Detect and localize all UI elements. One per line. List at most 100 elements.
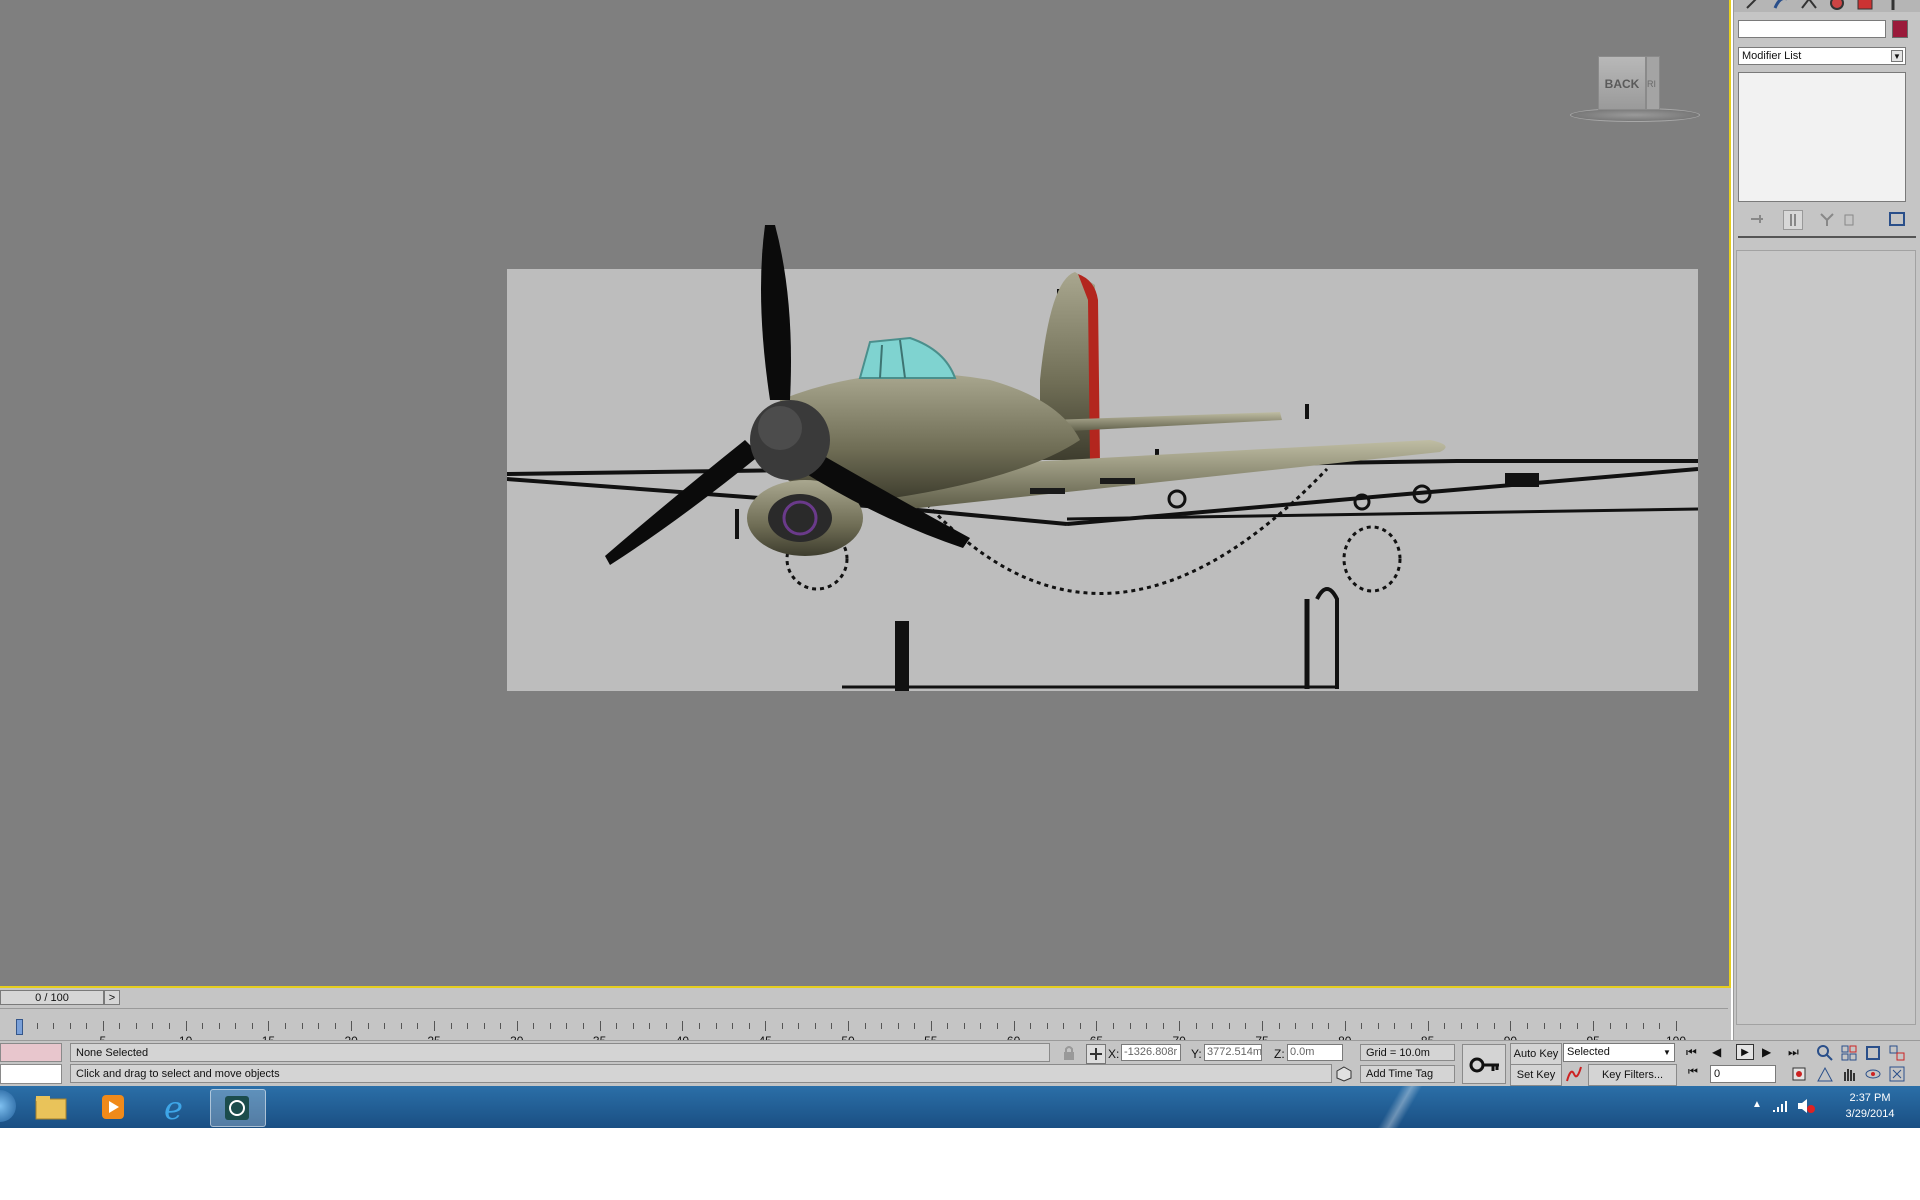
ruler-tick	[1013, 1021, 1015, 1031]
ruler-tick	[1593, 1021, 1595, 1031]
go-to-end-icon[interactable]: ⏭	[1788, 1045, 1799, 1060]
x-coord-field[interactable]: -1326.808r	[1121, 1044, 1181, 1061]
auto-key-button[interactable]: Auto Key	[1510, 1043, 1562, 1065]
ruler-tick	[665, 1023, 667, 1029]
make-unique-icon[interactable]	[1818, 210, 1836, 228]
show-end-result-icon[interactable]	[1783, 210, 1803, 230]
chevron-down-icon[interactable]: ▼	[1661, 1046, 1673, 1059]
ruler-tick	[152, 1023, 154, 1029]
motion-tab-icon[interactable]	[1828, 0, 1846, 12]
clock-time: 2:37 PM	[1849, 1092, 1891, 1104]
field-of-view-icon[interactable]	[1816, 1065, 1834, 1083]
key-mode-value: Selected	[1567, 1046, 1610, 1058]
viewcube[interactable]: BACK RI	[1570, 52, 1700, 122]
taskbar-internet-explorer[interactable]: e	[148, 1089, 202, 1127]
start-button[interactable]	[0, 1090, 16, 1122]
network-icon[interactable]	[1772, 1098, 1790, 1117]
add-time-tag-button[interactable]: Add Time Tag	[1360, 1065, 1455, 1083]
modifier-stack[interactable]	[1738, 72, 1906, 202]
key-filters-button[interactable]: Key Filters...	[1588, 1064, 1677, 1086]
zoom-all-icon[interactable]	[1840, 1044, 1858, 1062]
viewcube-back-face[interactable]: BACK	[1598, 56, 1646, 110]
ruler-tick	[1626, 1023, 1628, 1029]
z-coord-field[interactable]: 0.0m	[1287, 1044, 1343, 1061]
object-name-field[interactable]	[1738, 20, 1886, 38]
viewcube-side-face[interactable]: RI	[1646, 56, 1660, 110]
frame-counter: 0 / 100	[35, 992, 69, 1004]
y-coord-field[interactable]: 3772.514m	[1204, 1044, 1262, 1061]
remove-modifier-icon[interactable]	[1840, 210, 1858, 228]
ruler-tick	[1212, 1023, 1214, 1029]
ruler-tick	[649, 1023, 651, 1029]
taskbar-3dsmax[interactable]	[210, 1089, 266, 1127]
next-frame-button[interactable]: >	[104, 990, 120, 1005]
ruler-tick	[1112, 1023, 1114, 1029]
create-tab-icon[interactable]	[1744, 0, 1762, 12]
default-tangent-icon[interactable]	[1565, 1065, 1583, 1083]
set-keys-button[interactable]	[1462, 1044, 1506, 1084]
absolute-mode-transform-icon[interactable]	[1086, 1044, 1106, 1064]
hierarchy-tab-icon[interactable]	[1800, 0, 1818, 12]
taskbar-file-explorer[interactable]	[24, 1089, 78, 1125]
modifier-list-label: Modifier List	[1742, 50, 1802, 62]
display-tab-icon[interactable]	[1856, 0, 1874, 12]
add-time-tag-icon[interactable]	[1335, 1065, 1353, 1083]
ruler-tick	[1676, 1021, 1677, 1031]
ruler-tick	[251, 1023, 253, 1029]
configure-modifier-sets-icon[interactable]	[1888, 210, 1906, 228]
ruler-tick	[1543, 1023, 1545, 1029]
ruler-tick	[1361, 1023, 1363, 1029]
ruler-tick	[1659, 1023, 1661, 1029]
utilities-tab-icon[interactable]	[1884, 0, 1902, 12]
maximize-viewport-icon[interactable]	[1888, 1065, 1906, 1083]
zoom-extents-all-icon[interactable]	[1888, 1044, 1906, 1062]
play-icon[interactable]: ▶	[1736, 1044, 1754, 1060]
airplane-model[interactable]	[0, 0, 1731, 988]
ruler-tick	[831, 1023, 833, 1029]
ruler-tick	[930, 1021, 932, 1031]
track-bar[interactable]: 5101520253035404550556065707580859095100	[0, 1008, 1728, 1048]
next-frame-icon[interactable]: ▶	[1762, 1045, 1771, 1059]
ruler-tick	[781, 1023, 783, 1029]
pan-view-icon[interactable]	[1840, 1065, 1858, 1083]
ruler-tick	[947, 1023, 949, 1029]
ruler-tick	[1493, 1023, 1495, 1029]
object-color-swatch[interactable]	[1892, 20, 1908, 38]
ruler-tick	[881, 1023, 883, 1029]
zoom-icon[interactable]	[1816, 1044, 1834, 1062]
pin-stack-icon[interactable]	[1748, 210, 1766, 228]
chevron-down-icon[interactable]: ▼	[1891, 50, 1903, 62]
rollout-area[interactable]	[1736, 250, 1916, 1025]
ruler-tick	[434, 1021, 435, 1031]
x-coord-label: X:	[1108, 1047, 1120, 1061]
ruler-tick	[1344, 1021, 1346, 1031]
time-configuration-icon[interactable]	[1790, 1065, 1808, 1083]
zoom-extents-icon[interactable]	[1864, 1044, 1882, 1062]
ruler-tick	[1609, 1023, 1611, 1029]
ruler-tick	[682, 1021, 684, 1031]
orbit-icon[interactable]	[1864, 1065, 1882, 1083]
current-frame-field[interactable]: 0	[1710, 1065, 1776, 1083]
perspective-viewport[interactable]: BACK RI	[0, 0, 1731, 988]
volume-muted-icon[interactable]	[1796, 1097, 1816, 1118]
show-hidden-icons[interactable]: ▲	[1752, 1099, 1762, 1110]
system-clock[interactable]: 2:37 PM 3/29/2014	[1830, 1090, 1910, 1122]
key-mode-toggle-icon[interactable]: ⏮	[1688, 1066, 1698, 1079]
modifier-list-dropdown[interactable]: Modifier List ▼	[1738, 47, 1906, 65]
current-frame-marker[interactable]	[16, 1019, 23, 1035]
maxscript-listener-mini[interactable]	[0, 1043, 62, 1062]
ruler-tick	[980, 1023, 982, 1029]
time-slider[interactable]: 0 / 100	[0, 990, 104, 1005]
modify-tab-icon[interactable]	[1772, 0, 1790, 12]
ruler-tick	[914, 1023, 916, 1029]
ruler-tick	[1030, 1023, 1032, 1029]
maxscript-input[interactable]	[0, 1064, 62, 1084]
taskbar-media-player[interactable]	[86, 1089, 140, 1125]
key-mode-dropdown[interactable]: Selected ▼	[1563, 1043, 1675, 1062]
ruler-tick	[483, 1023, 485, 1029]
set-key-button[interactable]: Set Key	[1510, 1064, 1562, 1086]
ruler-tick	[1228, 1023, 1230, 1029]
previous-frame-icon[interactable]: ◀	[1712, 1045, 1721, 1059]
go-to-start-icon[interactable]: ⏮	[1686, 1045, 1697, 1060]
lock-selection-icon[interactable]	[1060, 1044, 1078, 1062]
